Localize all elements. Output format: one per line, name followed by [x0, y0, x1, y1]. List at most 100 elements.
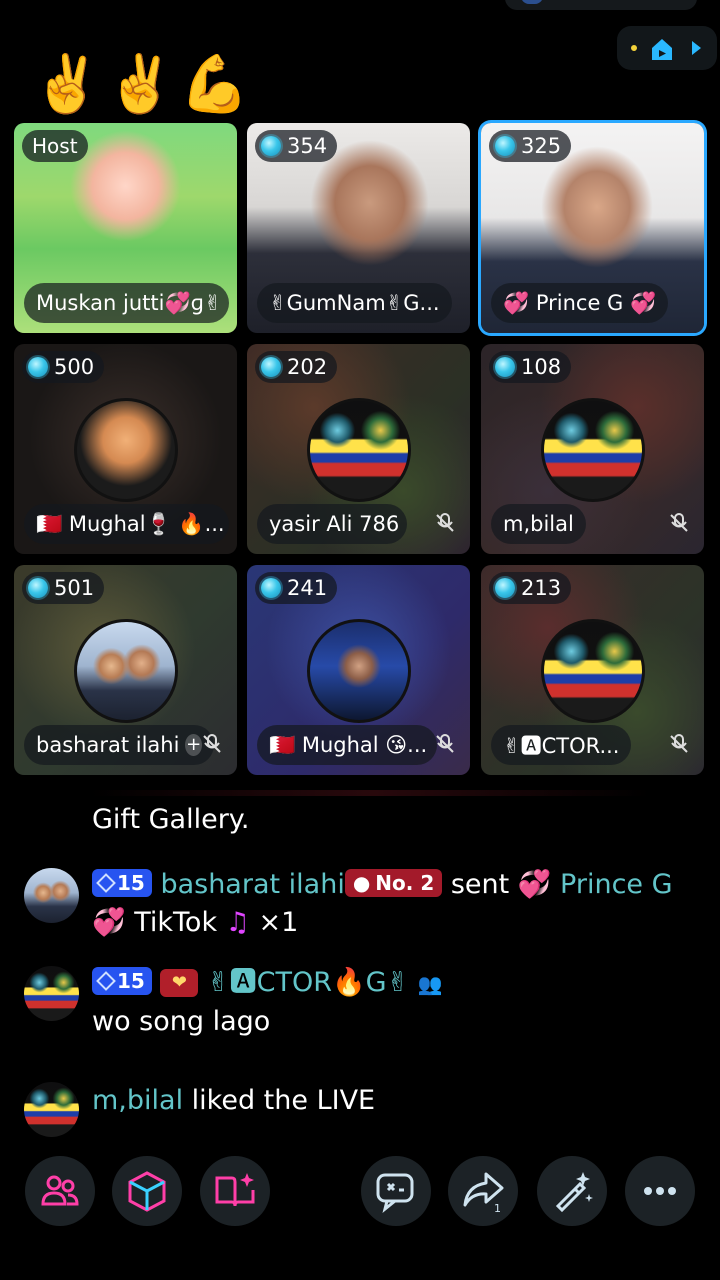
guest-tile-mughal-2[interactable]: 241 🇧🇭 Mughal 😘...	[247, 565, 470, 775]
rank-badge: ● No. 2	[344, 869, 443, 897]
guest-grid: Host Muskan jutti💞ɡ✌ 354 ✌GumNam✌G... 32…	[14, 123, 706, 777]
rank-icon: ●	[352, 871, 371, 895]
score-badge: 500	[22, 351, 105, 383]
magic-wand-icon	[555, 1172, 593, 1213]
box-icon	[128, 1171, 166, 1212]
avatar[interactable]	[24, 966, 79, 1021]
share-icon: 1	[463, 1172, 504, 1214]
guest-name-text: basharat ilahi	[36, 733, 180, 757]
score-badge: 241	[255, 572, 338, 604]
score-value: 213	[521, 576, 562, 600]
guest-tile-host[interactable]: Host Muskan jutti💞ɡ✌	[14, 123, 237, 333]
diamond-icon	[96, 971, 116, 991]
guest-name: m,bilal	[491, 504, 586, 544]
book-button[interactable]	[200, 1156, 270, 1226]
guest-tile-gumnam[interactable]: 354 ✌GumNam✌G...	[247, 123, 470, 333]
play-icon[interactable]	[692, 41, 701, 55]
gem-icon	[495, 578, 515, 598]
score-badge: 108	[489, 351, 572, 383]
like-message: m,bilal liked the LIVE	[24, 1080, 704, 1140]
guest-tile-prince[interactable]: 325 💞 Prince G 💞	[481, 123, 704, 333]
follow-button[interactable]: +	[185, 734, 202, 756]
guest-tile-mughal[interactable]: 500 🇧🇭 Mughal🍷 🔥...	[14, 344, 237, 554]
profile-icon: 👥	[417, 972, 443, 996]
people-button[interactable]	[25, 1156, 95, 1226]
gem-icon	[28, 578, 48, 598]
message-body: m,bilal liked the LIVE	[92, 1082, 702, 1120]
gift-gallery-text: Gift Gallery.	[92, 804, 250, 835]
gift-name: TikTok	[134, 907, 218, 938]
guest-tile-mbilal[interactable]: 108 m,bilal	[481, 344, 704, 554]
comment-button[interactable]	[361, 1156, 431, 1226]
host-badge: Host	[22, 130, 88, 162]
score-badge: 354	[255, 130, 338, 162]
comment-feed[interactable]: Gift Gallery. 15 basharat ilahi ● No. 2 se…	[0, 780, 720, 1160]
avatar[interactable]	[24, 1082, 79, 1137]
guest-name: ✌🅰CTOR...	[491, 725, 632, 765]
top-status-pill	[505, 0, 697, 10]
more-icon	[644, 1187, 676, 1195]
guest-name: 🇧🇭 Mughal🍷 🔥...	[24, 504, 229, 544]
score-value: 108	[521, 355, 562, 379]
score-value: 501	[54, 576, 95, 600]
emoji-banner: ✌️✌️💪	[32, 52, 254, 117]
target-username[interactable]: Prince G	[560, 869, 672, 900]
share-count: 1	[494, 1202, 501, 1214]
avatar	[541, 619, 645, 723]
bottom-toolbar: 1	[0, 1150, 720, 1240]
more-button[interactable]	[625, 1156, 695, 1226]
guest-tile-basharat[interactable]: 501 basharat ilahi +	[14, 565, 237, 775]
chat-icon	[376, 1173, 414, 1213]
feed-fade	[90, 790, 650, 796]
guest-name-text: 🇧🇭 Mughal🍷 🔥...	[36, 511, 225, 536]
mic-muted-icon	[203, 734, 221, 753]
gem-icon	[261, 357, 281, 377]
home-icon[interactable]	[649, 36, 675, 62]
mic-muted-icon	[436, 734, 454, 753]
fan-badge: ❤	[160, 969, 199, 997]
username[interactable]: m,bilal	[92, 1085, 183, 1116]
mic-muted-icon	[670, 513, 688, 532]
effects-button[interactable]	[537, 1156, 607, 1226]
guest-tile-yasir[interactable]: 202 yasir Ali 786	[247, 344, 470, 554]
gift-box-button[interactable]	[112, 1156, 182, 1226]
gift-count: ×1	[258, 907, 299, 938]
guest-name: 🇧🇭 Mughal 😘...	[257, 725, 437, 765]
guest-tile-actor[interactable]: 213 ✌🅰CTOR...	[481, 565, 704, 775]
guest-name: 💞 Prince G 💞	[491, 283, 669, 323]
username[interactable]: ✌🅰CTOR🔥G✌	[207, 967, 409, 998]
heart-icon: 💞	[517, 869, 552, 900]
avatar[interactable]	[24, 868, 79, 923]
book-icon	[215, 1173, 255, 1207]
share-button[interactable]: 1	[448, 1156, 518, 1226]
guest-name-text: m,bilal	[503, 512, 574, 536]
avatar	[307, 398, 411, 502]
guest-name-text: Muskan jutti💞ɡ✌	[36, 290, 222, 315]
score-badge: 213	[489, 572, 572, 604]
status-dot	[521, 0, 543, 4]
score-value: 241	[287, 576, 328, 600]
message-text: wo song lago	[92, 1006, 271, 1037]
notification-dot	[631, 45, 637, 51]
score-value: 500	[54, 355, 95, 379]
guest-name-text: ✌GumNam✌G...	[269, 291, 440, 315]
mic-muted-icon	[670, 734, 688, 753]
username[interactable]: basharat ilahi	[160, 869, 344, 900]
people-icon	[41, 1175, 79, 1206]
guest-name: ✌GumNam✌G...	[257, 283, 452, 323]
minimize-controls[interactable]	[617, 26, 717, 70]
score-value: 202	[287, 355, 328, 379]
diamond-icon	[96, 873, 116, 893]
level-value: 15	[117, 871, 145, 895]
score-badge: 501	[22, 572, 105, 604]
gem-icon	[28, 357, 48, 377]
gem-icon	[261, 136, 281, 156]
guest-name-text: 💞 Prince G 💞	[503, 290, 657, 315]
gift-message: 15 basharat ilahi ● No. 2 sent 💞 Prince G …	[24, 866, 704, 946]
guest-name-text: ✌🅰CTOR...	[503, 734, 620, 758]
avatar	[307, 619, 411, 723]
verb-text: sent	[450, 869, 510, 900]
level-badge: 15	[92, 869, 152, 897]
score-badge: 325	[489, 130, 572, 162]
message-text: liked the LIVE	[191, 1085, 376, 1116]
